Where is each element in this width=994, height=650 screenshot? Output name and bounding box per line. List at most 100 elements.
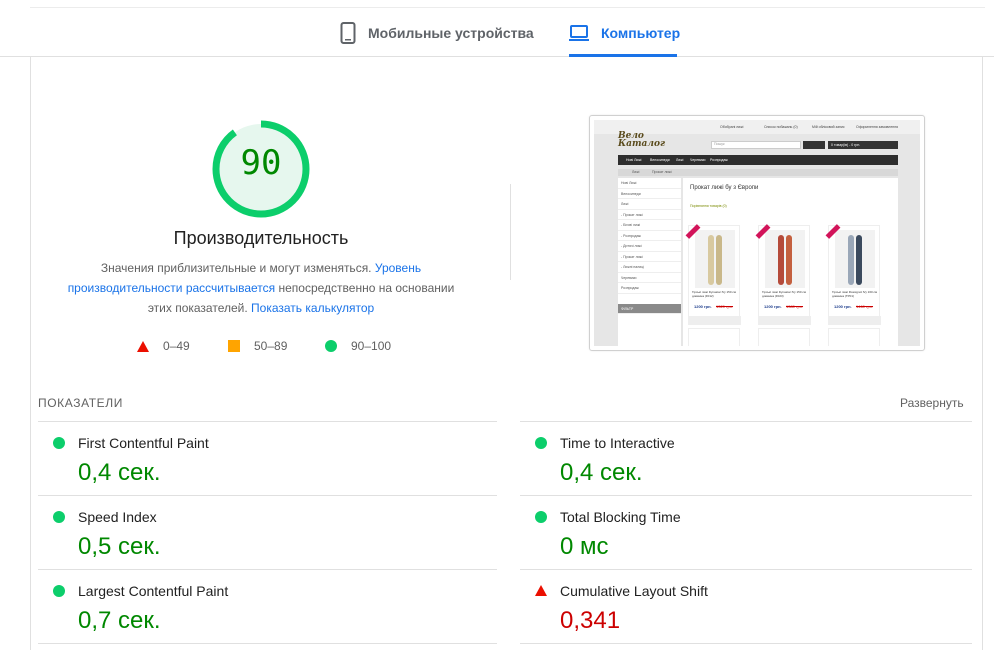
metric-cls: Cumulative Layout Shift 0,341: [520, 570, 940, 640]
tab-mobile[interactable]: Мобильные устройства: [340, 18, 534, 48]
calculator-link[interactable]: Показать калькулятор: [251, 301, 374, 315]
laptop-icon: [569, 25, 589, 41]
screenshot-page: Обобрані лижі Список побажань (0) Мій об…: [594, 120, 920, 346]
fail-triangle-icon: [137, 340, 149, 352]
screenshot-search: Пошук: [711, 141, 801, 149]
ski-image: [695, 230, 735, 288]
screenshot-sidebar-item: Розпродаж: [618, 283, 681, 294]
screenshot-product-title: Гірські лижі Dynastar б/у 150 см довжина…: [692, 290, 736, 298]
vertical-divider: [510, 184, 511, 280]
screenshot-sidebar-item: - Бігові лижі: [618, 220, 681, 231]
smartphone-icon: [340, 22, 356, 44]
ski-shape: [848, 235, 854, 285]
metric-value: 0,341: [560, 607, 621, 634]
tab-mobile-label: Мобильные устройства: [368, 25, 534, 41]
screenshot-heading: Прокат лижі бу з Європи: [690, 185, 759, 191]
screenshot-sidebar-item: - Розпродаж: [618, 231, 681, 241]
metric-divider: [38, 643, 497, 644]
top-divider: [30, 7, 985, 8]
screenshot-breadcrumb: Лижі Прокат лижі: [618, 169, 898, 176]
screenshot-product-card: Гірські лижі Dynastar б/у 150 см довжина…: [685, 224, 741, 325]
description-prefix: Значения приблизительные и могут изменят…: [100, 261, 372, 275]
legend-pass-label: 90–100: [351, 339, 392, 353]
screenshot-cart: 0 товар(ів) - 0 грн.: [828, 141, 898, 149]
screenshot-top-link: Мій обліковий запис: [812, 125, 845, 129]
ski-shape: [716, 235, 722, 285]
expand-metrics-toggle[interactable]: Развернуть: [900, 396, 964, 410]
screenshot-sidebar-item: Лижі: [618, 199, 681, 210]
metric-name: Time to Interactive: [560, 435, 675, 451]
ski-shape: [708, 235, 714, 285]
screenshot-sidebar-item: Черевики: [618, 273, 681, 283]
pass-circle-icon: [535, 511, 547, 523]
screenshot-product-card: [828, 328, 880, 346]
ski-shape: [778, 235, 784, 285]
screenshot-product-title: Гірські лижі Rossignol б/у 160 см довжин…: [832, 290, 878, 298]
legend-pass: 90–100: [325, 337, 391, 355]
ski-shape: [856, 235, 862, 285]
screenshot-sidebar-item: - Прокат лижі: [618, 210, 681, 220]
screenshot-product-price: 1200 грн.: [764, 304, 782, 309]
screenshot-sidebar-item: - Дитячі лижі: [618, 241, 681, 252]
screenshot-product-card: [688, 328, 740, 346]
metric-lcp: Largest Contentful Paint 0,7 сек.: [38, 570, 458, 640]
metric-status-icon: [53, 585, 65, 597]
screenshot-product-title: Гірські лижі Dynastar б/у 150 см довжина…: [762, 290, 806, 298]
screenshot-product-old-price: 1460 грн.: [856, 304, 874, 309]
screenshot-crumb: Прокат лижі: [652, 170, 672, 174]
screenshot-nav-item: Розпродаж: [710, 158, 728, 162]
ski-image: [835, 230, 875, 288]
average-square-icon: [228, 340, 240, 352]
screenshot-nav-item: Лижі: [676, 158, 684, 162]
screenshot-nav: Нові Лижі Велосипеди Лижі Черевики Розпр…: [618, 155, 898, 165]
metric-value: 0,4 сек.: [78, 459, 161, 486]
performance-description: Значения приблизительные и могут изменят…: [61, 258, 461, 318]
screenshot-nav-item: Велосипеди: [650, 158, 670, 162]
pass-circle-icon: [535, 437, 547, 449]
metric-value: 0,5 сек.: [78, 533, 161, 560]
active-tab-indicator: [569, 54, 677, 57]
performance-title: Производительность: [173, 228, 349, 248]
pass-circle-icon: [325, 340, 337, 352]
screenshot-product-old-price: 1380 грн.: [786, 304, 804, 309]
metric-tti: Time to Interactive 0,4 сек.: [520, 422, 940, 492]
legend-fail: 0–49: [137, 337, 190, 355]
metrics-section-label: ПОКАЗАТЕЛИ: [38, 396, 123, 410]
screenshot-sidebar-item: Велосипеди: [618, 189, 681, 199]
pass-circle-icon: [53, 585, 65, 597]
tab-desktop[interactable]: Компьютер: [569, 18, 680, 48]
card-border-left: [30, 57, 31, 650]
legend-fail-label: 0–49: [163, 339, 190, 353]
final-screenshot[interactable]: Обобрані лижі Список побажань (0) Мій об…: [589, 115, 925, 351]
screenshot-filter-header: ФІЛЬТР: [618, 303, 681, 314]
screenshot-nav-item: Нові Лижі: [626, 158, 642, 162]
screenshot-product-price: 1200 грн.: [694, 304, 712, 309]
screenshot-sidebar-item: Нові Лижі: [618, 178, 681, 189]
screenshot-top-link: Список побажань (0): [764, 125, 798, 129]
metric-name: Total Blocking Time: [560, 509, 681, 525]
screenshot-product-price: 1200 грн.: [834, 304, 852, 309]
legend-average-label: 50–89: [254, 339, 288, 353]
screenshot-top-link: Оформлення замовлення: [856, 125, 899, 129]
screenshot-product-card: Гірські лижі Dynastar б/у 150 см довжина…: [755, 224, 811, 325]
fail-triangle-icon: [535, 585, 547, 596]
metric-fcp: First Contentful Paint 0,4 сек.: [38, 422, 458, 492]
pass-circle-icon: [53, 511, 65, 523]
screenshot-sidebar-item: - Прокат лижі: [618, 252, 681, 262]
metric-speed-index: Speed Index 0,5 сек.: [38, 496, 458, 566]
metric-name: First Contentful Paint: [78, 435, 209, 451]
screenshot-search-button: [803, 141, 825, 149]
ski-shape: [786, 235, 792, 285]
screenshot-buy-button: [829, 316, 881, 325]
screenshot-buy-button: [759, 316, 811, 325]
screenshot-main: Прокат лижі бу з Європи Порівняння товар…: [683, 178, 898, 346]
metric-status-icon: [53, 511, 65, 523]
metric-name: Cumulative Layout Shift: [560, 583, 708, 599]
screenshot-nav-item: Черевики: [690, 158, 706, 162]
tab-desktop-label: Компьютер: [601, 25, 681, 41]
legend-average: 50–89: [228, 337, 287, 355]
metric-status-icon: [53, 437, 65, 449]
device-tabs: Мобильные устройства Компьютер: [0, 0, 994, 57]
metric-status-icon: [535, 585, 547, 596]
metric-name: Speed Index: [78, 509, 157, 525]
